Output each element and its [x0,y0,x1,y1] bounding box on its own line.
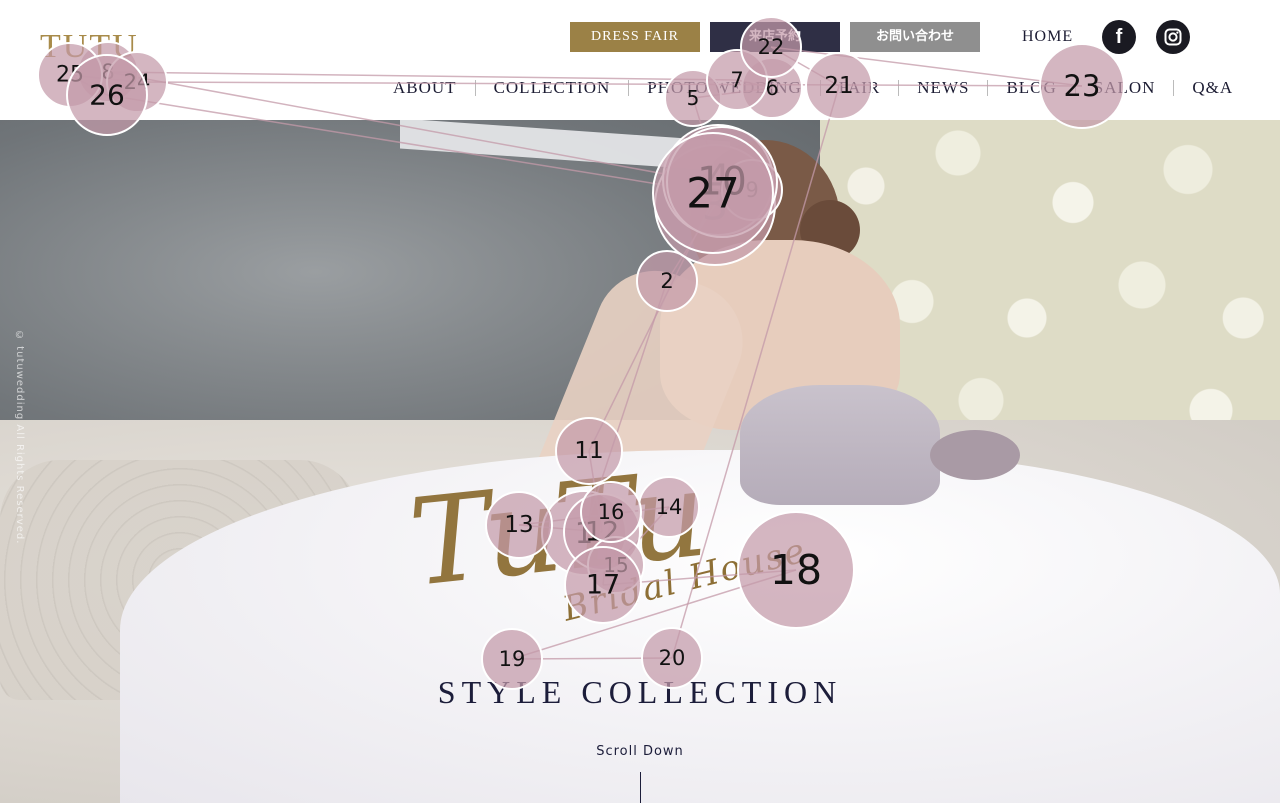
nav-divider [628,80,630,96]
nav-divider [1173,80,1175,96]
nav-fair[interactable]: FAIR [839,78,880,98]
main-nav: ABOUT COLLECTION PHOTO WEDDING FAIR NEWS… [393,78,1233,98]
hero-dress-bodice [740,385,940,505]
nav-divider [819,80,821,96]
nav-photo-wedding[interactable]: PHOTO WEDDING [647,78,802,98]
home-link[interactable]: HOME [1022,28,1073,46]
contact-button[interactable]: お問い合わせ [850,22,980,52]
nav-collection[interactable]: COLLECTION [494,78,611,98]
facebook-glyph: f [1115,25,1123,48]
nav-about[interactable]: ABOUT [393,78,457,98]
nav-news[interactable]: NEWS [917,78,969,98]
nav-divider [1074,80,1076,96]
dress-fair-button[interactable]: DRESS FAIR [570,22,700,52]
instagram-glyph [1164,28,1182,46]
nav-divider [898,80,900,96]
hero-dress-corsage [930,430,1020,480]
scroll-down-line [640,772,641,803]
nav-blog[interactable]: BLOG [1006,78,1056,98]
copyright-text: © tutuwedding All Rights Reserved. [14,330,25,545]
instagram-icon[interactable] [1156,20,1190,54]
site-header: TUTU DRESS FAIR 来店予約 お問い合わせ HOME f ABOUT… [0,0,1280,120]
scroll-down-label[interactable]: Scroll Down [0,744,1280,759]
facebook-icon[interactable]: f [1102,20,1136,54]
nav-salon[interactable]: SALON [1094,78,1156,98]
nav-divider [474,80,476,96]
nav-qa[interactable]: Q&A [1192,78,1233,98]
hero-headline: STYLE COLLECTION [437,674,843,710]
site-logo[interactable]: TUTU [40,28,139,66]
visit-reservation-button[interactable]: 来店予約 [710,22,840,52]
nav-divider [987,80,989,96]
